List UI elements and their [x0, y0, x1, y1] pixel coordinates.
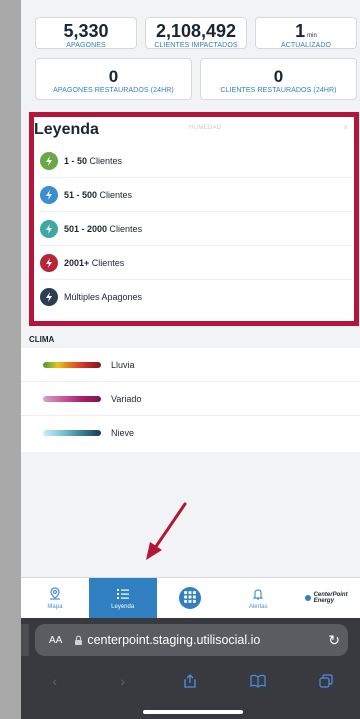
- grid-menu-icon: [179, 587, 202, 609]
- clima-label: CLIMA: [29, 335, 55, 344]
- tab-grid[interactable]: [157, 578, 225, 618]
- bookmarks-icon[interactable]: [243, 674, 273, 688]
- stat-clientes-impactados: 2,108,492 CLIENTES IMPACTADOS: [145, 17, 247, 49]
- stat-actualizado-unit: min: [307, 33, 317, 39]
- stat-actualizado: 1 min ACTUALIZADO: [255, 17, 357, 49]
- stat-clientes-label: CLIENTES IMPACTADOS: [154, 42, 238, 49]
- legend-item-label: 2001+ Clientes: [64, 257, 125, 268]
- tab-mapa-label: Mapa: [47, 603, 63, 610]
- outage-red-icon: [40, 253, 58, 272]
- outage-multiple-icon: [40, 288, 58, 306]
- rain-gradient-swatch: [43, 361, 101, 368]
- url-text: centerpoint.staging.utilisocial.io: [87, 633, 261, 647]
- stat-clientes-restaurados: 0 CLIENTES RESTAURADOS (24hr): [200, 58, 357, 100]
- back-icon[interactable]: ‹: [40, 673, 70, 689]
- legend-close-icon[interactable]: ×: [343, 123, 348, 132]
- clima-item-variado: Variado: [21, 382, 360, 416]
- forward-icon[interactable]: ›: [108, 673, 138, 689]
- outage-teal-icon: [40, 219, 58, 238]
- tab-alertas[interactable]: Alertas: [224, 578, 292, 618]
- list-icon: [116, 588, 129, 599]
- legend-item-label: 1 - 50 Clientes: [64, 155, 123, 166]
- clima-item-label: Lluvia: [111, 359, 135, 370]
- outage-blue-icon: [40, 185, 58, 204]
- stat-restaurados-label: APAGONES RESTAURADOS (24hr): [53, 87, 174, 94]
- lock-icon: [75, 635, 83, 645]
- clima-item-label: Variado: [111, 393, 142, 404]
- legend-title: Leyenda: [34, 121, 99, 138]
- share-icon[interactable]: [175, 674, 205, 688]
- stat-clientes-value: 2,108,492: [155, 21, 237, 41]
- outage-green-icon: [40, 151, 58, 170]
- legend-item-label: 51 - 500 Clientes: [64, 189, 133, 200]
- legend-item-1-50: 1 - 50 Clientes: [40, 144, 352, 178]
- stat-apagones: 5,330 APAGONES: [35, 17, 137, 49]
- app-screen: 5,330 APAGONES 2,108,492 CLIENTES IMPACT…: [21, 0, 360, 719]
- stat-apagones-value: 5,330: [63, 21, 109, 41]
- centerpoint-logo: CenterPoint Energy: [292, 578, 360, 618]
- legend-faint-text: HUMEDAD: [189, 125, 222, 131]
- url-bar[interactable]: AA centerpoint.staging.utilisocial.io ↻: [35, 624, 348, 656]
- bottom-tab-bar: Mapa Leyenda Alertas CenterPoint Energy: [21, 577, 360, 618]
- clima-item-nieve: Nieve: [21, 416, 360, 450]
- stat-actualizado-value: 1 min: [256, 21, 356, 42]
- tab-alertas-label: Alertas: [248, 603, 268, 610]
- stat-clientes-restaurados-label: CLIENTES RESTAURADOS (24hr): [220, 87, 337, 94]
- tab-mapa[interactable]: Mapa: [21, 578, 89, 618]
- logo-line2: Energy: [313, 598, 334, 604]
- stat-clientes-restaurados-value: 0: [273, 67, 284, 86]
- stat-restaurados-value: 0: [108, 67, 119, 86]
- browser-chrome: AA centerpoint.staging.utilisocial.io ↻ …: [21, 618, 360, 719]
- legend-item-2001-plus: 2001+ Clientes: [40, 246, 352, 280]
- stat-apagones-label: APAGONES: [66, 42, 106, 49]
- clima-panel: Lluvia Variado Nieve: [21, 348, 360, 452]
- previous-tab-peek[interactable]: [21, 624, 29, 656]
- legend-item-501-2000: 501 - 2000 Clientes: [40, 212, 352, 246]
- stat-apagones-restaurados: 0 APAGONES RESTAURADOS (24hr): [35, 58, 192, 100]
- mixed-gradient-swatch: [43, 395, 101, 402]
- legend-item-51-500: 51 - 500 Clientes: [40, 178, 352, 212]
- tabs-icon[interactable]: [311, 674, 341, 688]
- stat-actualizado-number: 1: [295, 21, 306, 41]
- annotation-arrow-icon: [146, 502, 187, 560]
- reload-icon[interactable]: ↻: [328, 632, 340, 649]
- clima-item-lluvia: Lluvia: [21, 348, 360, 382]
- tab-leyenda[interactable]: Leyenda: [88, 578, 157, 618]
- legend-item-label: 501 - 2000 Clientes: [64, 223, 143, 234]
- legend-panel: Leyenda HUMEDAD × 1 - 50 Clientes 51 - 5…: [29, 112, 359, 326]
- home-indicator: [143, 710, 243, 714]
- tab-leyenda-label: Leyenda: [111, 603, 135, 610]
- bell-icon: [252, 588, 264, 600]
- map-pin-icon: [49, 586, 60, 600]
- reader-settings-button[interactable]: AA: [49, 635, 62, 646]
- snow-gradient-swatch: [43, 430, 101, 436]
- legend-item-label: Múltiples Apagones: [64, 292, 143, 302]
- centerpoint-logo-icon: [304, 595, 311, 601]
- stat-actualizado-label: ACTUALIZADO: [280, 42, 332, 49]
- legend-item-multiples: Múltiples Apagones: [40, 280, 352, 314]
- clima-item-label: Nieve: [111, 428, 135, 438]
- browser-nav: ‹ ›: [21, 666, 360, 696]
